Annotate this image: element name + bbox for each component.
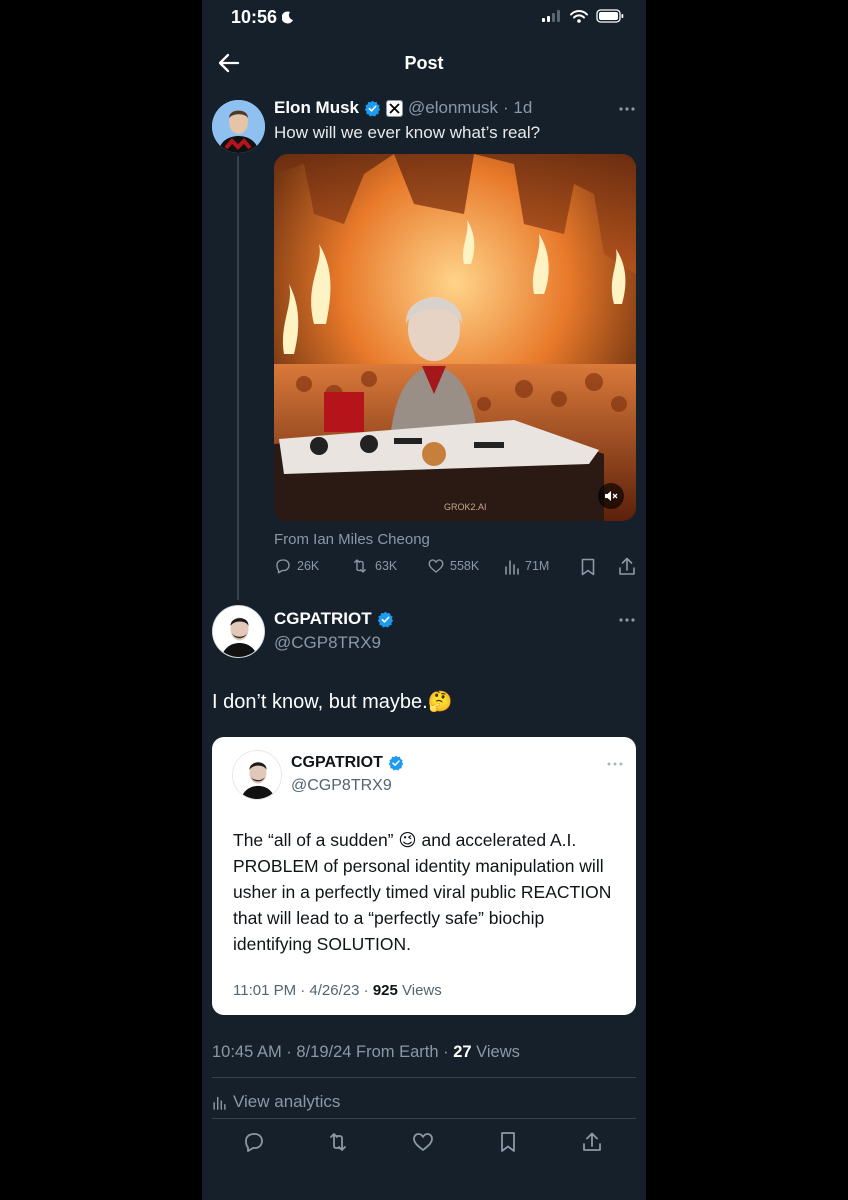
divider [212,1118,636,1119]
more-options-icon[interactable] [618,617,636,623]
avatar [232,750,282,800]
bookmark-icon[interactable] [496,1130,520,1154]
reply-icon [276,559,290,574]
views-button[interactable]: 71M [504,557,549,575]
repost-count: 63K [375,559,398,573]
quoted-post-card[interactable]: CGPATRIOT @CGP8TRX9 The “all of a sudden… [212,737,636,1015]
reply-views-label: Views [476,1043,520,1061]
display-name: CGPATRIOT [291,754,383,771]
analytics-icon [505,560,519,575]
quoted-views-label: Views [402,982,442,999]
avatar[interactable] [212,605,265,658]
like-count: 558K [450,559,480,573]
muted-speaker-icon [605,491,618,501]
quoted-timestamp: 11:01 PM · 4/26/23 · [233,982,369,999]
person-avatar-image [213,606,264,657]
quoted-text: The “all of a sudden” 😉 and accelerated … [233,830,612,954]
reply-views-count: 27 [453,1043,472,1061]
quoted-meta: 11:01 PM · 4/26/23 · 925 Views [233,982,442,999]
reply-header: CGPATRIOT [274,609,394,629]
status-bar: 10:56 [202,0,646,40]
reply-actions-bar [202,1124,646,1164]
views-count: 71M [525,559,550,573]
status-icons [542,9,624,23]
status-time: 10:56 [231,7,294,28]
x-affiliation-icon [386,99,404,117]
handle: @CGP8TRX9 [291,777,392,794]
battery-icon [596,9,624,23]
mute-button[interactable] [598,483,624,509]
post-actions: 26K 63K 558K 71M [274,557,636,579]
media-watermark: GROK2.AI [444,502,487,512]
bookmark-icon[interactable] [580,558,596,576]
reply-button[interactable]: 26K [274,557,319,575]
post-video[interactable]: GROK2.AI [274,154,636,521]
quoted-views-count: 925 [372,982,398,999]
repost-icon[interactable] [326,1130,350,1154]
person-avatar-image [233,751,281,799]
moon-icon [282,11,294,24]
post-header: Elon Musk @elonmusk · 1d [274,98,532,118]
verified-badge-icon [388,755,404,771]
divider [212,1077,636,1078]
top-nav: Post [202,44,646,84]
verified-badge-icon [377,611,393,628]
person-avatar-image [212,100,265,153]
reply-icon[interactable] [242,1130,266,1154]
verified-badge-icon [364,100,381,117]
display-name[interactable]: CGPATRIOT [274,609,372,629]
analytics-icon [213,1096,226,1110]
handle[interactable]: @elonmusk [408,98,498,118]
heart-icon[interactable] [411,1130,435,1154]
media-attribution[interactable]: From Ian Miles Cheong [274,531,430,548]
repost-button[interactable]: 63K [350,557,397,575]
quoted-header: CGPATRIOT [291,754,404,772]
winking-face-emoji: 😉 [398,830,417,850]
reply-timestamp: 10:45 AM · 8/19/24 From Earth · [212,1043,449,1061]
view-analytics-link[interactable]: View analytics [212,1092,340,1112]
like-button[interactable]: 558K [427,557,479,575]
heart-icon [428,559,444,573]
display-name[interactable]: Elon Musk [274,98,359,118]
thinking-face-emoji: 🤔 [427,691,453,713]
avatar[interactable] [212,100,265,153]
reply-count: 26K [297,559,320,573]
reply-text: I don’t know, but maybe.🤔 [212,691,453,713]
share-icon[interactable] [580,1130,604,1154]
share-icon[interactable] [618,557,636,576]
more-options-icon[interactable] [618,106,636,112]
reply-meta: 10:45 AM · 8/19/24 From Earth · 27 Views [212,1043,520,1062]
handle[interactable]: @CGP8TRX9 [274,633,381,653]
wifi-icon [570,9,588,23]
phone-screen: 10:56 Post Elon Musk @elonmusk · 1d How … [202,0,646,1200]
more-options-icon[interactable] [606,761,624,767]
video-thumbnail: GROK2.AI [274,154,636,521]
post-age: · 1d [503,98,533,117]
post-text: How will we ever know what’s real? [274,123,541,142]
page-title: Post [404,53,444,73]
repost-icon [354,559,366,573]
thread-connector-line [237,156,239,600]
signal-icon [542,10,560,22]
